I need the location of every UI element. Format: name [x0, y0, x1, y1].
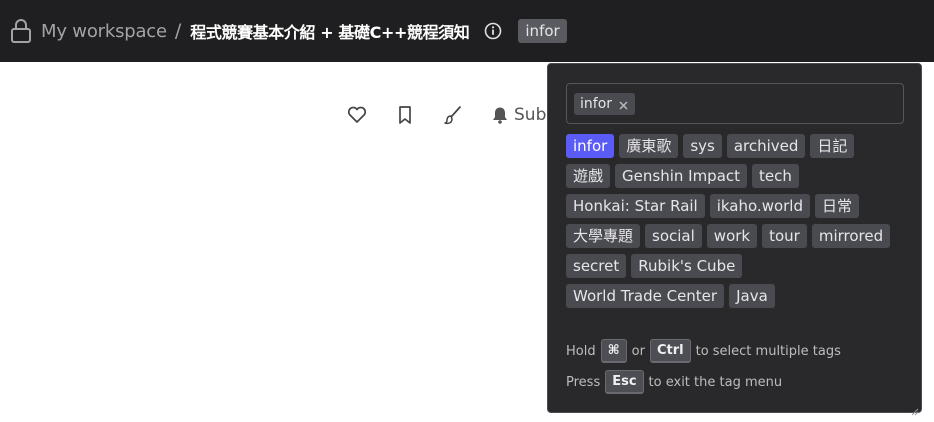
tag-option[interactable]: work — [706, 224, 758, 248]
tag-option[interactable]: social — [645, 224, 702, 248]
subscribe-button[interactable]: Subscribe — [490, 105, 554, 125]
tag-row: infor 廣東歌 sys archived 日記 — [566, 134, 906, 158]
hint-text: Press — [566, 374, 601, 390]
tag-option[interactable]: Honkai: Star Rail — [566, 194, 705, 218]
tag-row: secret Rubik's Cube — [566, 254, 906, 278]
hint-multi-select: Hold ⌘ or Ctrl to select multiple tags — [566, 338, 841, 364]
lock-icon — [10, 19, 32, 43]
tag-option[interactable]: sys — [683, 134, 722, 158]
tag-menu: infor infor 廣東歌 sys archived 日記 遊戲 Gensh… — [547, 63, 922, 416]
chip-label: infor — [580, 95, 613, 112]
tag-option[interactable]: 大學專題 — [566, 224, 641, 248]
tag-option[interactable]: tech — [752, 164, 799, 188]
tag-option[interactable]: Rubik's Cube — [631, 254, 743, 278]
tag-list: infor 廣東歌 sys archived 日記 遊戲 Genshin Imp… — [566, 134, 906, 314]
hint-text: to select multiple tags — [695, 343, 841, 359]
tag-menu-hints: Hold ⌘ or Ctrl to select multiple tags P… — [566, 338, 841, 400]
bookmark-icon[interactable] — [394, 104, 416, 126]
top-bar: My workspace / 程式競賽基本介紹 + 基礎C++競程須知 info… — [0, 0, 934, 62]
tag-option[interactable]: 遊戲 — [566, 164, 611, 188]
tag-input[interactable]: infor — [566, 83, 904, 124]
tag-option[interactable]: 廣東歌 — [619, 134, 679, 158]
close-icon[interactable] — [618, 98, 629, 110]
ctrl-key: Ctrl — [649, 339, 691, 363]
tag-option[interactable]: tour — [762, 224, 807, 248]
tag-row: 遊戲 Genshin Impact tech — [566, 164, 906, 188]
heart-icon[interactable] — [346, 104, 368, 126]
resize-handle-icon[interactable] — [910, 401, 919, 416]
tag-option-infor[interactable]: infor — [566, 134, 615, 158]
bell-icon — [490, 105, 510, 125]
tag-row: Honkai: Star Rail ikaho.world 日常 — [566, 194, 906, 218]
title-tag-badge[interactable]: infor — [518, 19, 567, 43]
tag-option[interactable]: Genshin Impact — [615, 164, 748, 188]
tag-option[interactable]: 日常 — [815, 194, 860, 218]
tag-row: 大學專題 social work tour mirrored — [566, 224, 906, 248]
info-icon[interactable] — [484, 22, 502, 40]
tag-option[interactable]: archived — [726, 134, 806, 158]
breadcrumb-separator: / — [174, 20, 182, 42]
page-title[interactable]: 程式競賽基本介紹 + 基礎C++競程須知 — [190, 19, 470, 43]
breadcrumb-workspace[interactable]: My workspace — [41, 21, 167, 42]
hint-text: to exit the tag menu — [648, 374, 783, 390]
hint-text: Hold — [566, 343, 596, 359]
selected-tag-chip[interactable]: infor — [574, 92, 636, 115]
brush-icon[interactable] — [442, 104, 464, 126]
tag-option[interactable]: Java — [729, 284, 775, 308]
tag-option[interactable]: secret — [566, 254, 627, 278]
esc-key: Esc — [605, 370, 644, 394]
cmd-key: ⌘ — [600, 339, 627, 363]
hint-exit: Press Esc to exit the tag menu — [566, 369, 841, 395]
hint-text: or — [631, 343, 645, 359]
tag-option[interactable]: World Trade Center — [566, 284, 725, 308]
note-actions: Subscribe — [346, 103, 554, 127]
tag-row: World Trade Center Java — [566, 284, 906, 308]
tag-option[interactable]: mirrored — [811, 224, 891, 248]
tag-option[interactable]: ikaho.world — [709, 194, 810, 218]
tag-option[interactable]: 日記 — [810, 134, 855, 158]
